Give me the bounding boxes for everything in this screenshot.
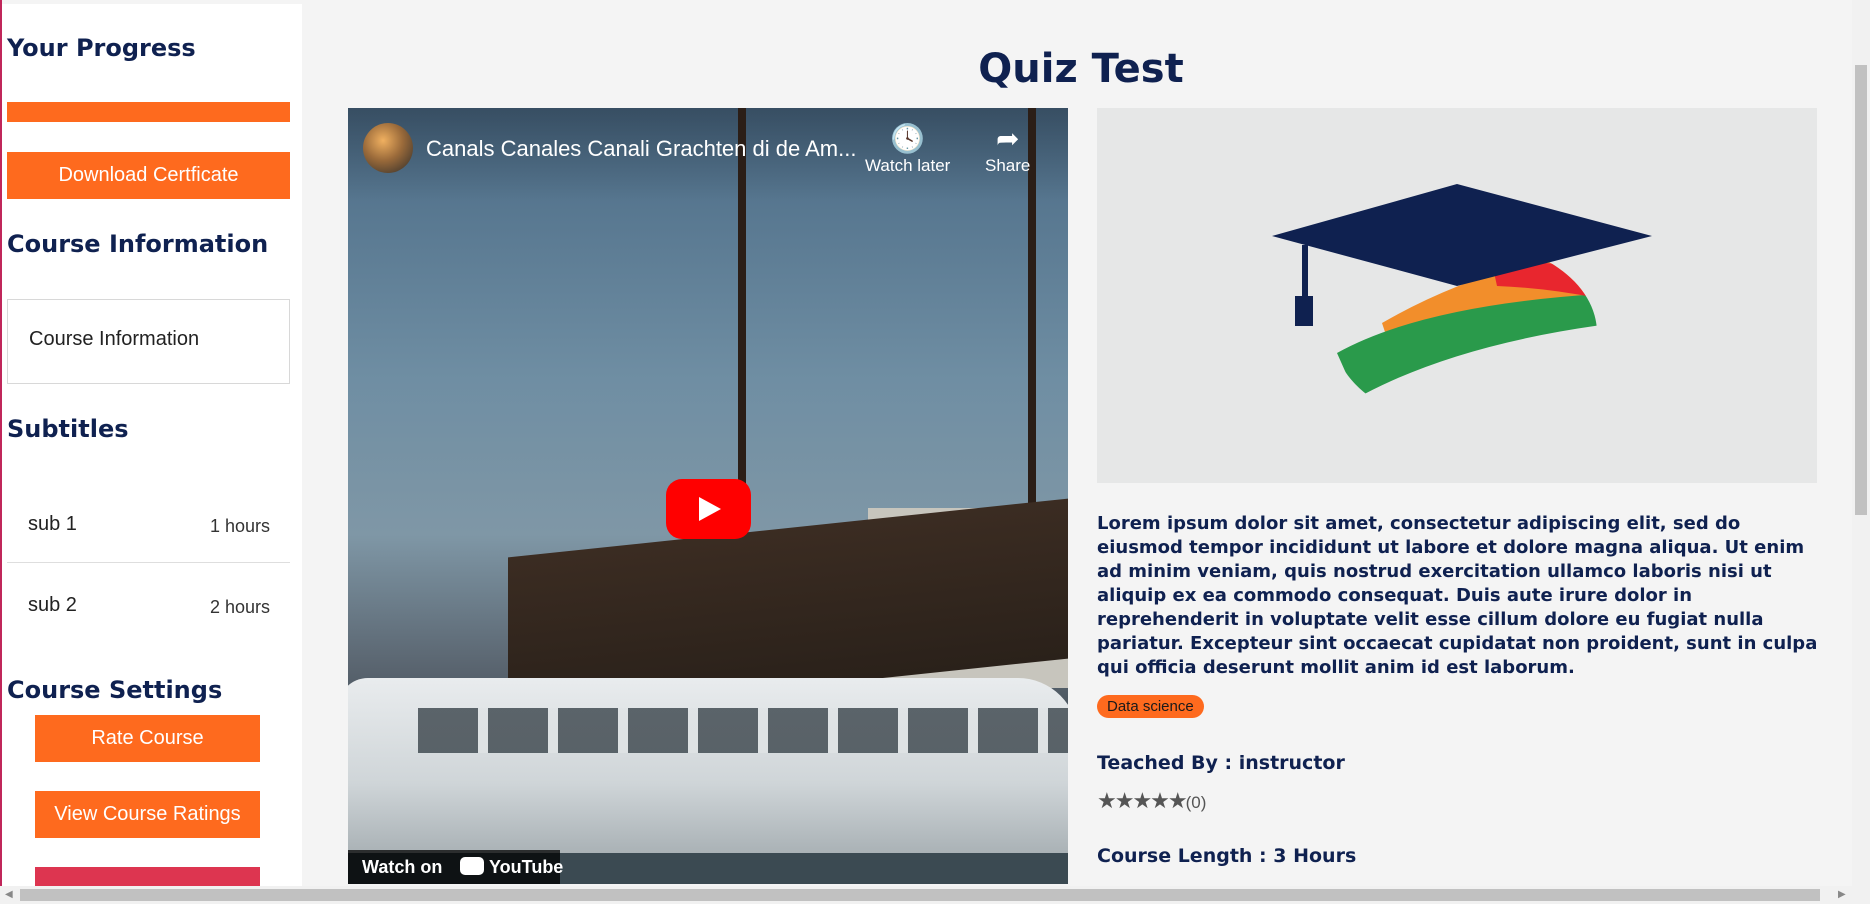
rate-course-button[interactable]: Rate Course — [35, 715, 260, 762]
sidebar: Your Progress Download Certficate Course… — [2, 4, 302, 888]
view-course-ratings-button[interactable]: View Course Ratings — [35, 791, 260, 838]
watch-on-youtube-button[interactable]: Watch on YouTube — [348, 850, 564, 884]
scrollbar-thumb[interactable] — [1855, 65, 1867, 515]
course-description: Lorem ipsum dolor sit amet, consectetur … — [1097, 513, 1818, 678]
instructor-line: Teached By : instructor — [1097, 752, 1345, 774]
subtitles-heading: Subtitles — [7, 415, 129, 443]
rating-count: (0) — [1185, 793, 1207, 812]
play-button[interactable] — [666, 479, 751, 539]
subtitle-duration: 1 hours — [209, 516, 270, 536]
course-info-item[interactable]: Course Information — [7, 299, 290, 384]
star-rating-icon: ★★★★★ — [1097, 788, 1188, 813]
video-title[interactable]: Canals Canales Canali Grachten di de Am.… — [426, 136, 856, 162]
rating: ★★★★★(0) — [1097, 788, 1206, 814]
subtitle-item[interactable]: sub 2 2 hours — [7, 564, 290, 644]
download-certificate-button[interactable]: Download Certficate — [7, 152, 290, 199]
boat-windows — [418, 708, 1068, 753]
watch-later-button[interactable]: 🕓 Watch later — [865, 122, 950, 176]
youtube-wordmark: YouTube — [489, 857, 564, 877]
subtitle-name: sub 1 — [28, 513, 77, 535]
course-length: Course Length : 3 Hours — [1097, 845, 1357, 867]
subtitle-name: sub 2 — [28, 594, 77, 616]
clock-icon: 🕓 — [890, 123, 926, 154]
course-settings-heading: Course Settings — [7, 676, 223, 704]
divider — [7, 562, 290, 563]
category-tag[interactable]: Data science — [1097, 695, 1204, 718]
graduation-logo-icon — [1272, 184, 1652, 425]
refund-button[interactable] — [35, 867, 260, 888]
scroll-right-arrow-icon[interactable]: ▶ — [1838, 889, 1846, 900]
progress-bar — [7, 102, 290, 122]
vertical-scrollbar[interactable] — [1852, 0, 1870, 888]
share-button[interactable]: ➦ Share — [985, 122, 1030, 176]
progress-fill — [7, 102, 290, 122]
video-player[interactable]: Canals Canales Canali Grachten di de Am.… — [348, 108, 1068, 884]
share-label: Share — [985, 156, 1031, 175]
youtube-icon — [460, 857, 484, 875]
watch-later-label: Watch later — [865, 156, 951, 175]
channel-avatar[interactable] — [363, 123, 413, 173]
course-info-heading: Course Information — [7, 230, 269, 258]
subtitle-duration: 2 hours — [209, 597, 270, 617]
watch-on-label: Watch on — [362, 857, 443, 877]
page-title: Quiz Test — [978, 46, 1184, 92]
subtitle-item[interactable]: sub 1 1 hours — [7, 483, 290, 563]
course-image — [1097, 108, 1817, 483]
horizontal-scrollbar[interactable]: ◀ ▶ — [0, 886, 1870, 904]
progress-heading: Your Progress — [7, 34, 196, 62]
canal-boat — [348, 678, 1068, 853]
scrollbar-thumb[interactable] — [20, 889, 1820, 901]
course-info-label: Course Information — [29, 328, 200, 350]
share-icon: ➦ — [995, 123, 1020, 154]
scroll-left-arrow-icon[interactable]: ◀ — [5, 889, 13, 900]
